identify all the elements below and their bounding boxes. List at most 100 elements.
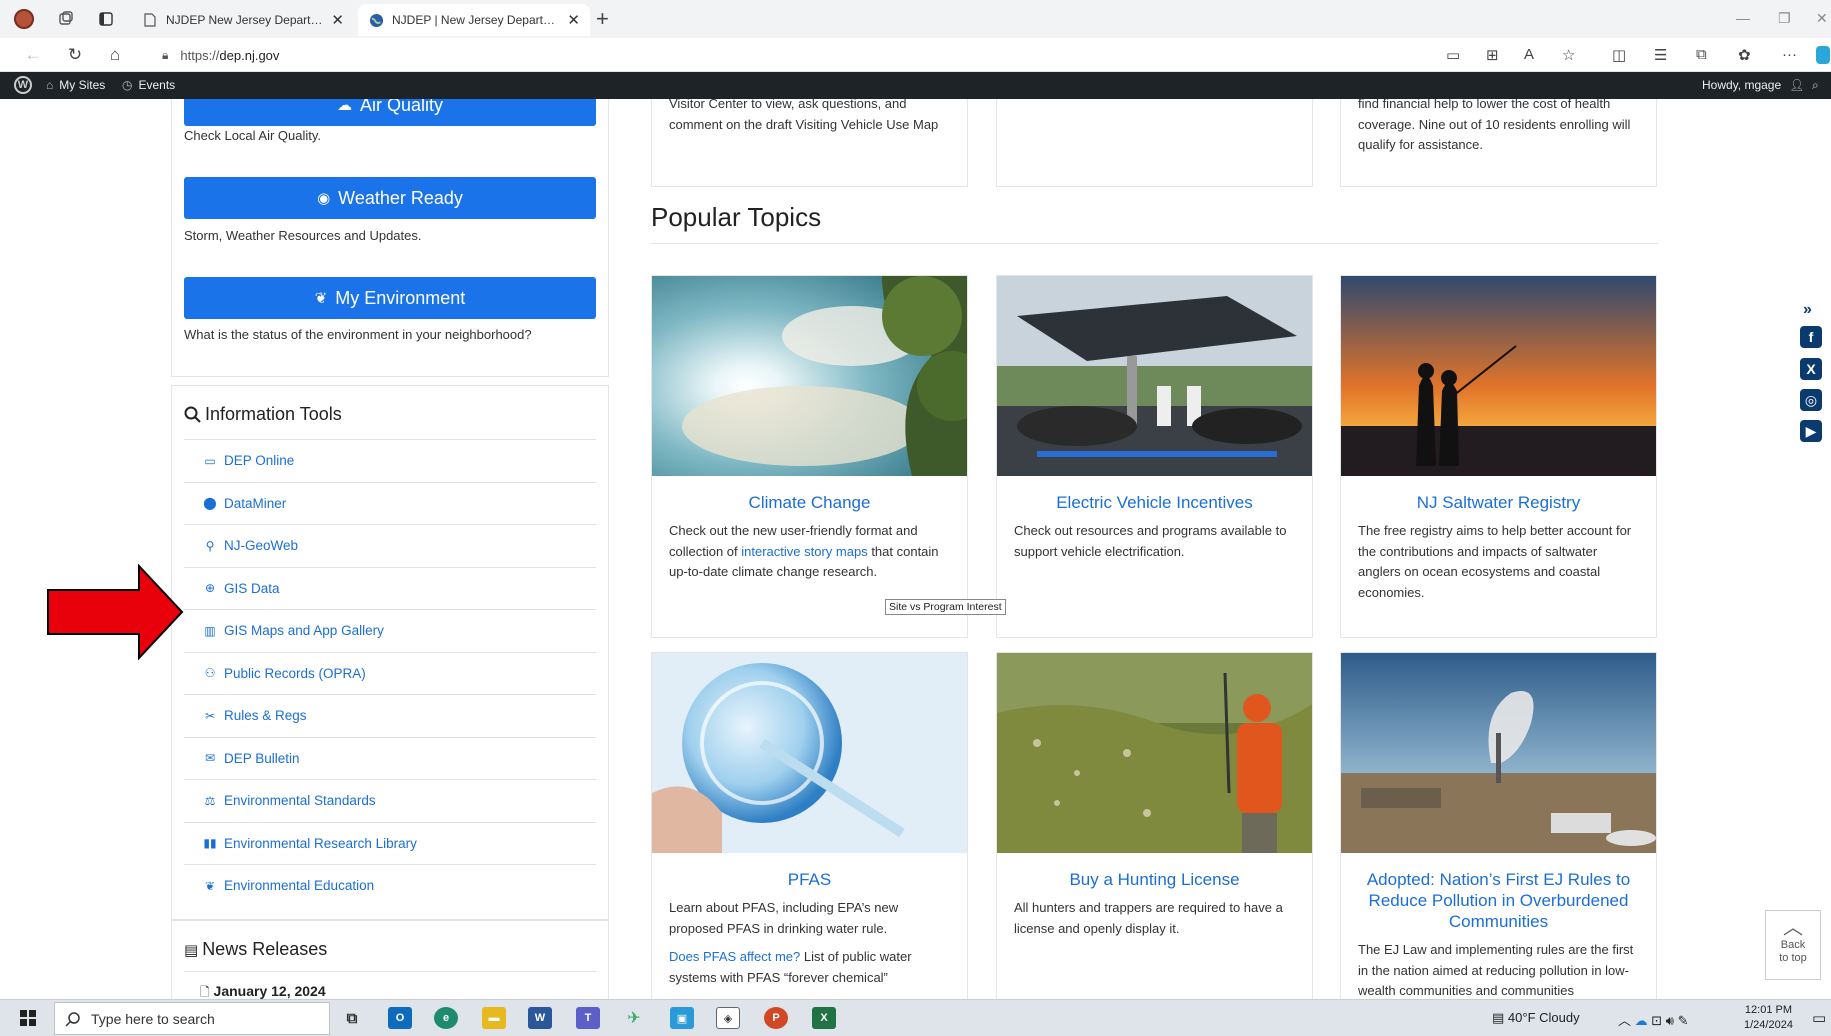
does-pfas-affect-me-link[interactable]: Does PFAS affect me? — [669, 949, 800, 964]
interactive-story-maps-link[interactable]: interactive story maps — [741, 544, 867, 559]
extensions-icon[interactable]: ✿ — [1738, 46, 1751, 64]
air-quality-label: Air Quality — [359, 99, 444, 115]
link-environmental-standards[interactable]: ⚖ Environmental Standards — [184, 779, 596, 822]
card-title[interactable]: Electric Vehicle Incentives — [997, 492, 1312, 513]
tab-njdep-2[interactable]: NJDEP | New Jersey Department ✕ — [358, 4, 590, 36]
link-gis-data[interactable]: ⊕ GIS Data — [184, 566, 596, 610]
globe-icon: ⊕ — [204, 581, 216, 596]
tray-icons[interactable]: ︿ ☁ ⊡ 🔊︎ ✎ — [1618, 1010, 1689, 1029]
file-explorer-icon[interactable]: ▬ — [482, 1007, 506, 1029]
card-title[interactable]: PFAS — [652, 869, 967, 890]
collections-icon[interactable]: ⧉ — [1696, 46, 1707, 63]
app-icon[interactable]: ✈ — [622, 1007, 646, 1029]
account-menu[interactable]: Howdy, mgage 👤︎ — [1702, 78, 1804, 92]
taskbar-search-input[interactable]: Type here to search — [54, 1002, 330, 1035]
app-blue-icon[interactable]: ▣ — [670, 1007, 694, 1029]
minimize-icon[interactable]: — — [1736, 10, 1750, 26]
wordpress-logo-icon[interactable]: W — [14, 76, 32, 94]
link-environmental-education[interactable]: ❦ Environmental Education — [184, 864, 596, 907]
card-nj-saltwater-registry[interactable]: NJ Saltwater Registry The free registry … — [1340, 275, 1657, 638]
link-gis-maps[interactable]: ▥ GIS Maps and App Gallery — [184, 609, 596, 652]
envelope-open-icon: ✉ — [204, 751, 216, 766]
refresh-icon[interactable]: ↻ — [64, 45, 86, 65]
outlook-icon[interactable]: O — [388, 1007, 412, 1029]
restore-icon[interactable]: ❐ — [1778, 10, 1791, 27]
youtube-icon[interactable]: ▶ — [1800, 420, 1822, 442]
my-sites-label: My Sites — [59, 78, 106, 92]
close-window-icon[interactable]: ✕ — [1816, 10, 1828, 27]
volume-icon: 🔊︎ — [1665, 1013, 1674, 1028]
card-pfas[interactable]: PFAS Learn about PFAS, including EPA’s n… — [651, 652, 968, 999]
file-icon: 🗋︎ — [200, 985, 210, 999]
link-nj-geoweb[interactable]: ⚲ NJ-GeoWeb — [184, 524, 596, 567]
read-aloud-icon[interactable]: A — [1524, 46, 1534, 63]
favorites-icon[interactable]: ☰ — [1654, 46, 1667, 64]
word-icon[interactable]: W — [528, 1007, 552, 1029]
back-to-top-button[interactable]: ︿ Back to top — [1765, 910, 1821, 980]
link-rules-regs[interactable]: ✂ Rules & Regs — [184, 694, 596, 737]
card-title[interactable]: Adopted: Nation’s First EJ Rules to Redu… — [1341, 869, 1656, 932]
card-climate-change[interactable]: Climate Change Check out the new user-fr… — [651, 275, 968, 638]
back-to-top-line2: to top — [1779, 952, 1807, 964]
workspaces-icon[interactable] — [56, 9, 76, 29]
copilot-icon[interactable] — [1816, 46, 1830, 64]
x-twitter-icon[interactable]: X — [1800, 358, 1822, 380]
weather-widget[interactable]: ▤ 40°F Cloudy — [1492, 1010, 1580, 1026]
notifications-icon[interactable]: ▭ — [1812, 1009, 1826, 1027]
instagram-icon[interactable]: ◎ — [1800, 389, 1822, 411]
clock[interactable]: 12:01 PM 1/24/2024 — [1744, 1003, 1793, 1033]
link-environmental-research-library[interactable]: ▮▮ Environmental Research Library — [184, 821, 596, 865]
profile-avatar-icon[interactable] — [14, 9, 34, 29]
air-quality-button[interactable]: ☁ Air Quality — [184, 99, 596, 126]
card-title[interactable]: NJ Saltwater Registry — [1341, 492, 1656, 513]
link-dep-online[interactable]: ▭ DEP Online — [184, 439, 596, 482]
map-pin-icon: ⬤ — [203, 496, 217, 511]
split-screen-icon[interactable]: ◫ — [1612, 46, 1626, 64]
tab-title: NJDEP | New Jersey Department — [392, 13, 562, 27]
qr-icon[interactable]: ⊞ — [1486, 46, 1499, 64]
favorite-star-icon[interactable]: ☆ — [1562, 46, 1575, 64]
link-label: GIS Data — [224, 580, 280, 596]
powerpoint-icon[interactable]: P — [764, 1007, 788, 1029]
search-icon[interactable]: ⌕ — [1812, 78, 1819, 93]
my-sites-menu[interactable]: ⌂ My Sites — [46, 78, 105, 92]
tab-njdep-1[interactable]: NJDEP New Jersey Department o ✕ — [132, 4, 354, 36]
my-environment-button[interactable]: ❦ My Environment — [184, 277, 596, 319]
facebook-icon[interactable]: f — [1800, 326, 1822, 348]
link-public-records[interactable]: ⚇ Public Records (OPRA) — [184, 651, 596, 695]
pen-icon: ✎ — [1677, 1013, 1689, 1028]
card-electric-vehicle-incentives[interactable]: Electric Vehicle Incentives Check out re… — [996, 275, 1313, 638]
app-shield-icon[interactable]: ◈ — [716, 1007, 740, 1029]
edge-icon[interactable]: e — [434, 1007, 458, 1029]
news-date[interactable]: 🗋︎ January 12, 2024 — [200, 983, 326, 999]
app-available-icon[interactable]: ▭ — [1446, 46, 1460, 64]
events-menu[interactable]: ◷ Events — [122, 78, 175, 92]
tab-actions-icon[interactable] — [96, 9, 116, 29]
more-menu-icon[interactable]: ··· — [1782, 46, 1797, 63]
home-icon[interactable]: ⌂ — [104, 45, 126, 65]
back-arrow-icon[interactable]: ← — [22, 45, 44, 65]
link-dataminer[interactable]: ⬤ DataMiner — [184, 481, 596, 525]
seedling-icon: ❦ — [314, 290, 328, 307]
close-icon[interactable]: ✕ — [331, 11, 344, 29]
windows-start-icon[interactable] — [20, 1010, 36, 1031]
task-view-icon[interactable]: ⧉ — [340, 1007, 364, 1029]
divider — [184, 971, 596, 972]
card-title[interactable]: Buy a Hunting License — [997, 869, 1312, 890]
weather-ready-button[interactable]: ◉ Weather Ready — [184, 177, 596, 219]
card-ej-rules[interactable]: Adopted: Nation’s First EJ Rules to Redu… — [1340, 652, 1657, 999]
close-icon[interactable]: ✕ — [567, 11, 580, 29]
excel-icon[interactable]: X — [812, 1007, 836, 1029]
top-card-2 — [996, 99, 1313, 187]
link-dep-bulletin[interactable]: ✉ DEP Bulletin — [184, 736, 596, 780]
address-bar[interactable]: 🔒︎ https://dep.nj.gov — [146, 41, 1596, 69]
link-label: GIS Maps and App Gallery — [224, 623, 384, 639]
card-buy-hunting-license[interactable]: Buy a Hunting License All hunters and tr… — [996, 652, 1313, 999]
double-chevron-icon[interactable]: » — [1803, 301, 1812, 319]
clock-date: 1/24/2024 — [1744, 1019, 1793, 1031]
teams-icon[interactable]: T — [576, 1007, 600, 1029]
chevron-up-icon: ︿ — [1618, 1013, 1632, 1028]
clock-time: 12:01 PM — [1744, 1004, 1793, 1016]
card-title[interactable]: Climate Change — [652, 492, 967, 513]
new-tab-button[interactable]: + — [596, 6, 609, 32]
